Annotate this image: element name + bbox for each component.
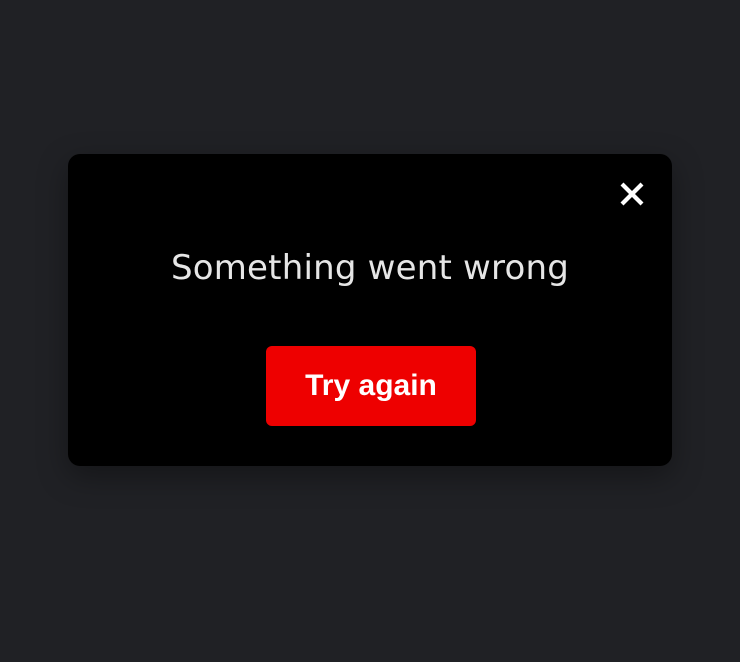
close-icon <box>620 182 644 206</box>
close-button[interactable] <box>618 180 646 208</box>
try-again-button[interactable]: Try again <box>266 346 476 426</box>
error-dialog: Something went wrong Try again <box>68 154 672 466</box>
error-message: Something went wrong <box>170 248 570 288</box>
